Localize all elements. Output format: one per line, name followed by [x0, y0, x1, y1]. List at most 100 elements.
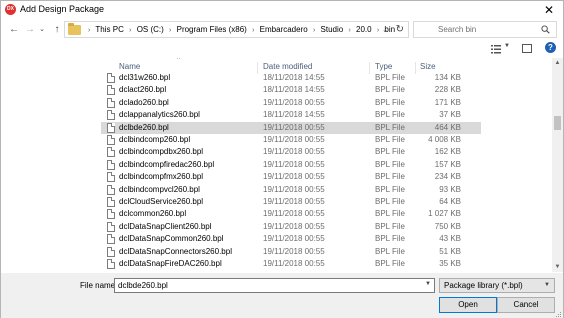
file-name-cell: dclappanalytics260.bpl	[119, 110, 200, 120]
breadcrumb-separator: ›	[252, 27, 255, 34]
date-modified-cell: 19/11/2018 00:55	[263, 246, 325, 256]
search-input[interactable]	[414, 22, 532, 37]
file-list[interactable]: ^ Name Date modified Type Size dcl31w260…	[1, 58, 563, 272]
file-size-cell: 43 KB	[439, 234, 461, 244]
date-modified-cell: 18/11/2018 14:55	[263, 73, 325, 82]
file-icon	[107, 159, 115, 170]
file-name-cell: dclbindcompfiredac260.bpl	[119, 159, 215, 169]
back-arrow-icon[interactable]: ←	[7, 22, 21, 38]
breadcrumb-item[interactable]: Studio	[321, 25, 344, 34]
file-name-combobox[interactable]: ▼	[114, 278, 435, 293]
date-modified-cell: 19/11/2018 00:55	[263, 259, 325, 268]
file-row[interactable]: dclappanalytics260.bpl 18/11/2018 14:55 BP…	[101, 109, 481, 121]
file-row[interactable]: dclact260.bpl 18/11/2018 14:55 BPL File 228…	[101, 84, 481, 96]
up-arrow-icon[interactable]: ↑	[50, 22, 64, 38]
breadcrumb-separator: ›	[312, 27, 316, 34]
file-row[interactable]: dclbindcomp260.bpl 19/11/2018 00:55 BPL Fi…	[101, 134, 481, 146]
address-bar[interactable]: › This PC › OS (C:) › Program Files (x86…	[64, 21, 409, 38]
file-size-cell: 171 KB	[434, 97, 461, 107]
date-modified-cell: 19/11/2018 00:55	[263, 197, 325, 206]
breadcrumb-item[interactable]: Embarcadero	[260, 25, 308, 34]
file-size-cell: 93 KB	[439, 184, 461, 194]
file-type-cell: BPL File	[375, 147, 405, 157]
file-row[interactable]: dclDataSnapFireDAC260.bpl 19/11/2018 00:5…	[101, 258, 481, 270]
file-row[interactable]: dclbindcompfmx260.bpl 19/11/2018 00:55 BPL…	[101, 171, 481, 183]
recent-locations-chevron-icon[interactable]: ⌄	[37, 22, 47, 38]
file-type-cell: BPL File	[375, 73, 405, 82]
file-type-cell: BPL File	[375, 85, 405, 95]
close-button[interactable]: ✕	[535, 1, 563, 19]
file-type-cell: BPL File	[375, 184, 405, 194]
file-row[interactable]: dclDataSnapConnectors260.bpl 19/11/2018 0…	[101, 246, 481, 258]
file-icon	[107, 184, 115, 195]
file-type-cell: BPL File	[375, 246, 405, 256]
file-name-cell: dclDataSnapClient260.bpl	[119, 221, 212, 231]
view-options-chevron-icon[interactable]: ▼	[504, 43, 510, 49]
date-modified-cell: 19/11/2018 00:55	[263, 172, 325, 182]
help-icon[interactable]: ?	[545, 42, 556, 53]
search-icon[interactable]	[541, 25, 550, 34]
cancel-button[interactable]: Cancel	[497, 297, 555, 313]
file-size-cell: 35 KB	[439, 259, 461, 268]
refresh-icon[interactable]: ↻	[396, 24, 404, 35]
resize-grip-icon[interactable]	[556, 312, 562, 318]
date-modified-cell: 19/11/2018 00:55	[263, 209, 325, 219]
file-row[interactable]: dclbindcompfiredac260.bpl 19/11/2018 00:5…	[101, 159, 481, 171]
file-icon	[107, 234, 115, 245]
file-type-cell: BPL File	[375, 259, 405, 268]
file-row[interactable]: dclbindcompvcl260.bpl 19/11/2018 00:55 BPL…	[101, 184, 481, 196]
breadcrumb-separator: ›	[376, 27, 380, 34]
file-type-cell: BPL File	[375, 172, 405, 182]
file-type-dropdown-chevron-icon[interactable]: ▼	[544, 282, 550, 288]
preview-pane-icon[interactable]	[522, 44, 532, 53]
breadcrumb-item[interactable]: OS (C:)	[137, 25, 164, 34]
file-type-cell: BPL File	[375, 110, 405, 120]
file-type-cell: BPL File	[375, 234, 405, 244]
file-size-cell: 4 008 KB	[428, 135, 461, 144]
file-icon	[107, 209, 115, 220]
file-name-cell: dclado260.bpl	[119, 97, 169, 107]
breadcrumb: › This PC › OS (C:) › Program Files (x86…	[85, 25, 395, 34]
file-size-cell: 64 KB	[439, 197, 461, 206]
file-icon	[107, 135, 115, 145]
forward-arrow-icon[interactable]: →	[23, 22, 37, 38]
vertical-scrollbar[interactable]: ▲ ▼	[552, 58, 563, 272]
search-box[interactable]	[413, 21, 557, 38]
file-row[interactable]: dclCloudService260.bpl 19/11/2018 00:55 BP…	[101, 196, 481, 208]
file-name-cell: dclDataSnapConnectors260.bpl	[119, 246, 232, 256]
open-button[interactable]: Open	[439, 297, 497, 313]
file-row[interactable]: dclbde260.bpl 19/11/2018 00:55 BPL File 464…	[101, 121, 481, 134]
file-row[interactable]: dclbindcompdbx260.bpl 19/11/2018 00:55 BPL…	[101, 146, 481, 158]
file-name-cell: dclbde260.bpl	[119, 122, 169, 132]
file-size-cell: 37 KB	[439, 110, 461, 120]
file-row[interactable]: dclDataSnapClient260.bpl 19/11/2018 00:55…	[101, 221, 481, 233]
file-name-input[interactable]	[115, 279, 415, 292]
file-row[interactable]: dclcommon260.bpl 19/11/2018 00:55 BPL File…	[101, 208, 481, 220]
view-options-icon[interactable]	[491, 44, 501, 54]
file-name-cell: dclCloudService260.bpl	[119, 197, 204, 206]
scroll-down-arrow-icon[interactable]: ▼	[552, 262, 563, 272]
file-type-cell: BPL File	[375, 122, 405, 132]
file-icon	[107, 122, 115, 133]
address-dropdown-chevron-icon[interactable]: ⌄	[382, 26, 388, 34]
file-type-cell: BPL File	[375, 221, 405, 231]
file-row[interactable]: dclDataSnapCommon260.bpl 19/11/2018 00:55…	[101, 233, 481, 245]
file-type-filter-select[interactable]: Package library (*.bpl) ▼	[439, 278, 555, 293]
file-size-cell: 228 KB	[434, 85, 461, 95]
file-name-cell: dclbindcomp260.bpl	[119, 135, 191, 144]
file-icon	[107, 221, 115, 232]
breadcrumb-item[interactable]: Program Files (x86)	[177, 25, 247, 34]
file-name-dropdown-chevron-icon[interactable]: ▼	[425, 281, 431, 287]
file-row[interactable]: dcl31w260.bpl 18/11/2018 14:55 BPL File 134…	[101, 72, 481, 84]
date-modified-cell: 19/11/2018 00:55	[263, 234, 325, 244]
breadcrumb-item[interactable]: 20.0	[356, 25, 372, 34]
file-type-filter-value: Package library (*.bpl)	[444, 281, 523, 290]
file-size-cell: 162 KB	[434, 147, 461, 157]
file-name-cell: dcl31w260.bpl	[119, 73, 171, 82]
date-modified-cell: 19/11/2018 00:55	[263, 97, 325, 107]
file-size-cell: 464 KB	[434, 122, 461, 132]
breadcrumb-item[interactable]: This PC	[95, 25, 123, 34]
scroll-up-arrow-icon[interactable]: ▲	[552, 58, 563, 68]
scrollbar-thumb[interactable]	[554, 116, 561, 130]
file-row[interactable]: dclado260.bpl 19/11/2018 00:55 BPL File 171…	[101, 97, 481, 109]
